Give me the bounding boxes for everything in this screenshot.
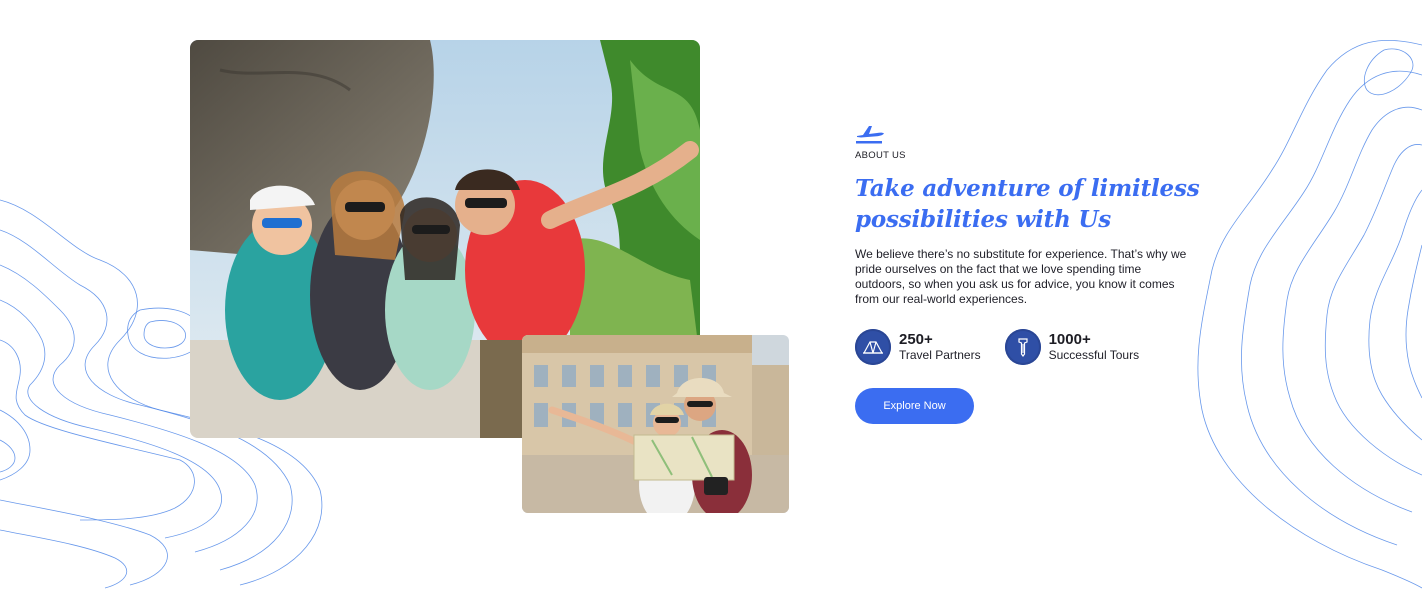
stat-value: 1000+ xyxy=(1048,331,1091,348)
stat-travel-partners: 250+ Travel Partners xyxy=(855,329,981,365)
stat-successful-tours: 1000+ Successful Tours xyxy=(1004,329,1140,365)
section-headline: Take adventure of limitless possibilitie… xyxy=(855,175,1200,233)
couple-map-photo xyxy=(522,335,789,513)
airplane-icon xyxy=(856,126,884,144)
stats-row: 250+ Travel Partners 1000+ Successful To… xyxy=(855,329,1215,365)
section-description: We believe there’s no substitute for exp… xyxy=(855,247,1187,306)
stat-value: 250+ xyxy=(899,331,933,348)
section-eyebrow: ABOUT US xyxy=(855,150,906,161)
about-section: ABOUT US Take adventure of limitless pos… xyxy=(855,122,1215,424)
stat-label: Travel Partners xyxy=(899,348,981,362)
explore-now-button[interactable]: Explore Now xyxy=(855,388,974,424)
tent-icon xyxy=(855,329,891,365)
stat-label: Successful Tours xyxy=(1048,348,1140,362)
compass-tool-icon xyxy=(1004,329,1041,365)
